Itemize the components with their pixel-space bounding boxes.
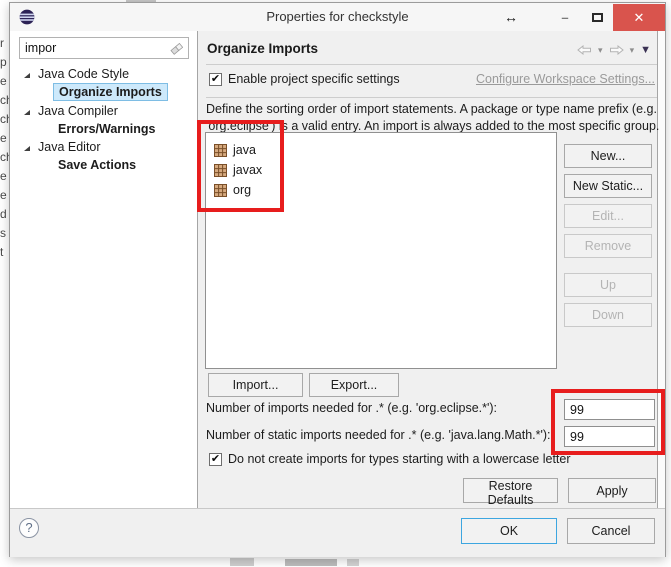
expand-triangle-icon[interactable] [24,146,30,151]
maximize-button[interactable] [581,10,613,25]
annotation-box-number-fields [551,389,665,455]
cancel-button[interactable]: Cancel [567,518,655,544]
maximize-icon [592,13,603,22]
sidebar-item-errors-warnings[interactable]: Errors/Warnings [58,120,155,138]
panel-divider [197,31,198,508]
minimize-button[interactable]: – [549,10,581,25]
edit-button: Edit... [564,204,652,228]
lowercase-label: Do not create imports for types starting… [228,452,571,466]
help-button[interactable]: ? [19,518,39,538]
clear-filter-icon[interactable] [170,42,183,55]
tree-item-label: Errors/Warnings [58,122,155,136]
down-button: Down [564,303,652,327]
forward-dropdown-icon: ▾ [630,45,635,56]
apply-button[interactable]: Apply [568,478,656,503]
sidebar-item-java-editor[interactable]: Java Editor [24,138,101,156]
title-bar[interactable]: Properties for checkstyle ↔ – ✕ [10,3,665,31]
tree-item-label: Java Editor [38,140,101,154]
configure-workspace-link[interactable]: Configure Workspace Settings... [476,72,655,86]
resize-icon[interactable]: ↔ [491,9,531,25]
lowercase-checkbox[interactable]: ✔ [209,453,222,466]
ok-button[interactable]: OK [461,518,557,544]
page-title: Organize Imports [207,41,318,56]
tree-item-label: Organize Imports [53,83,168,101]
expand-triangle-icon[interactable] [24,110,30,115]
forward-arrow-icon [609,45,624,55]
remove-button: Remove [564,234,652,258]
view-menu-icon[interactable]: ▼ [640,44,651,56]
new-button[interactable]: New... [564,144,652,168]
static-imports-needed-label: Number of static imports needed for .* (… [206,424,551,446]
restore-defaults-button[interactable]: Restore Defaults [463,478,558,503]
annotation-box-import-groups [197,120,284,212]
description-text: Define the sorting order of import state… [206,102,657,116]
up-button: Up [564,273,652,297]
enable-settings-checkbox[interactable]: ✔ [209,73,222,86]
imports-needed-label: Number of imports needed for .* (e.g. 'o… [206,397,497,419]
background-window-fragment [285,559,337,566]
new-static-button[interactable]: New Static... [564,174,652,198]
tree-item-label: Save Actions [58,158,136,172]
filter-input[interactable] [19,37,189,59]
import-button[interactable]: Import... [208,373,303,397]
sidebar-item-java-compiler[interactable]: Java Compiler [24,102,118,120]
expand-triangle-icon[interactable] [24,73,30,78]
sidebar-item-organize-imports[interactable]: Organize Imports [53,83,168,101]
sidebar-item-java-code-style[interactable]: Java Code Style [24,65,129,83]
properties-dialog: Properties for checkstyle ↔ – ✕ Java Cod… [9,2,666,557]
sidebar-item-save-actions[interactable]: Save Actions [58,156,136,174]
tree-item-label: Java Code Style [38,67,129,81]
back-dropdown-icon: ▾ [598,45,603,56]
tree-item-label: Java Compiler [38,104,118,118]
enable-settings-label: Enable project specific settings [228,72,400,86]
screen: r p e ch ch e ch e e d s t Properties fo… [0,0,671,567]
separator [206,64,657,65]
separator [206,97,657,98]
background-window-fragment: r p e ch ch e ch e e d s t [0,34,9,262]
close-button[interactable]: ✕ [613,4,665,31]
back-arrow-icon [577,45,592,55]
background-window-fragment [230,558,254,566]
export-button[interactable]: Export... [309,373,399,397]
background-window-fragment [347,559,359,566]
